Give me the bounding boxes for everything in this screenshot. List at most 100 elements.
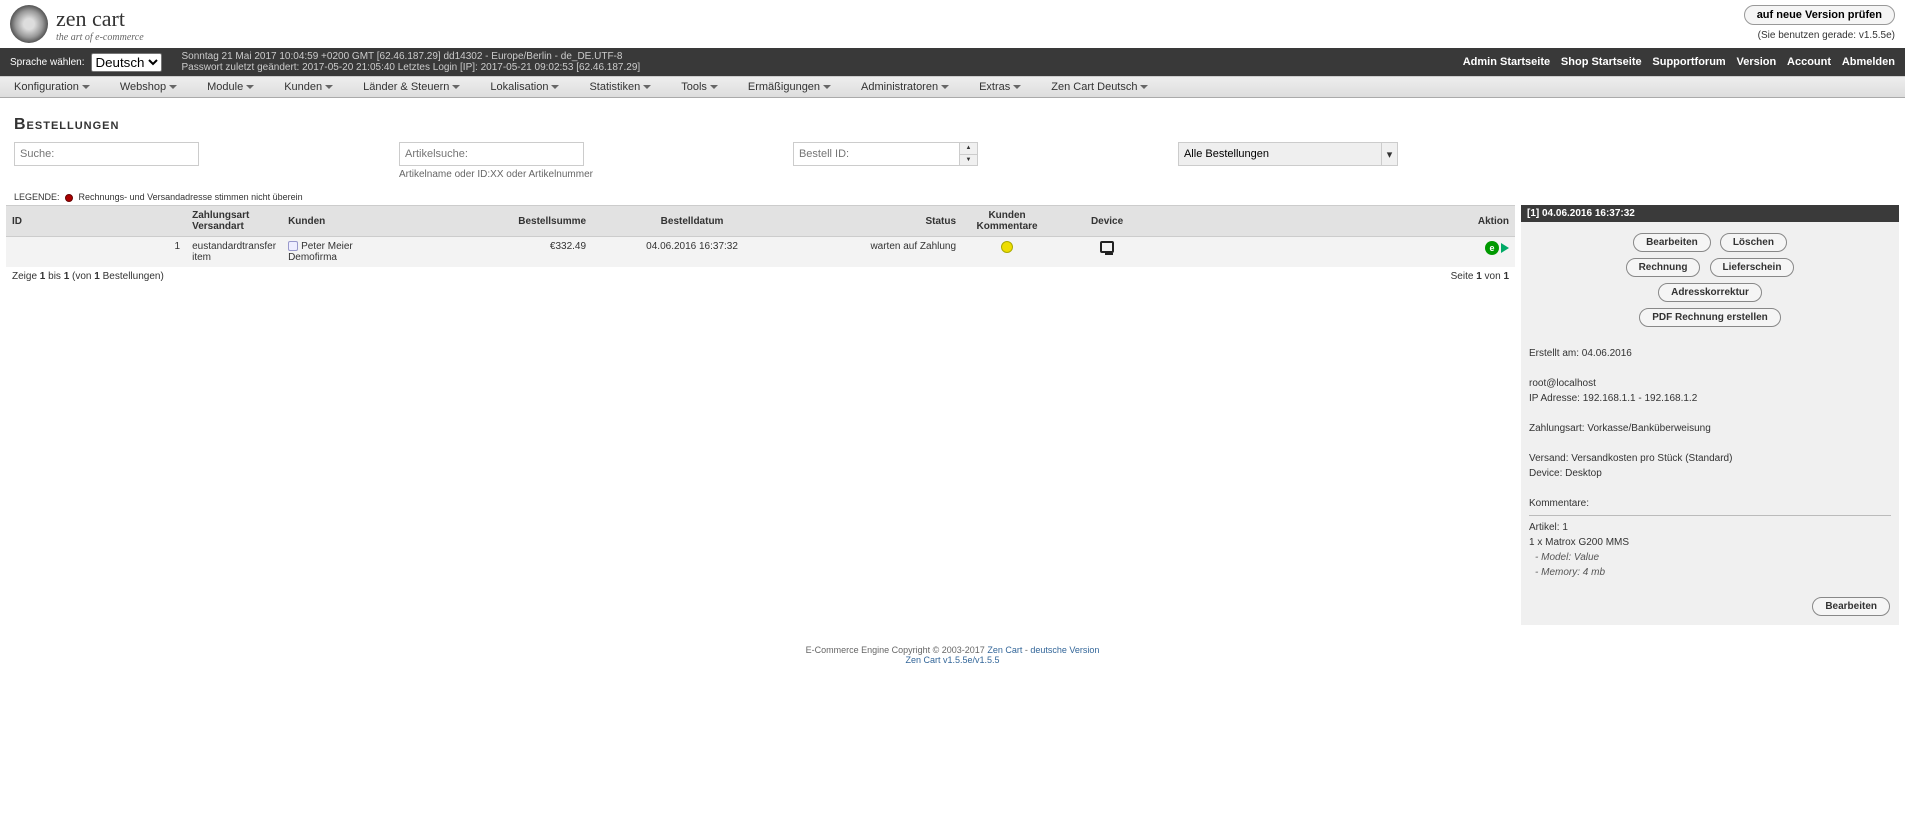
footer-link-zencart[interactable]: Zen Cart [987, 645, 1022, 655]
order-id-down-icon[interactable]: ▼ [960, 155, 977, 166]
cell-date: 04.06.2016 16:37:32 [592, 237, 792, 268]
created-at: Erstellt am: 04.06.2016 [1529, 348, 1891, 359]
col-customer[interactable]: Kunden [282, 206, 472, 237]
menu-laender[interactable]: Länder & Steuern [363, 81, 460, 93]
col-date[interactable]: Bestelldatum [592, 206, 792, 237]
packing-slip-button[interactable]: Lieferschein [1710, 258, 1795, 277]
article-search-input[interactable] [399, 142, 584, 166]
menu-konfiguration[interactable]: Konfiguration [14, 81, 90, 93]
device-info: Device: Desktop [1529, 468, 1891, 479]
address-mismatch-icon [65, 194, 73, 202]
delete-button[interactable]: Löschen [1720, 233, 1787, 252]
col-device[interactable]: Device [1052, 206, 1162, 237]
chevron-down-icon [82, 85, 90, 89]
search-input[interactable] [14, 142, 199, 166]
chevron-down-icon [643, 85, 651, 89]
pager-left: Zeige 1 bis 1 (von 1 Bestellungen) [12, 271, 164, 282]
cell-status: warten auf Zahlung [792, 237, 962, 268]
shipping-method: Versand: Versandkosten pro Stück (Standa… [1529, 453, 1891, 464]
order-detail-header: [1] 04.06.2016 16:37:32 [1521, 205, 1899, 222]
nav-supportforum[interactable]: Supportforum [1652, 56, 1725, 68]
orders-table: ID Zahlungsart Versandart Kunden Bestell… [6, 205, 1515, 267]
select-arrow-icon[interactable] [1501, 243, 1509, 253]
version-check-button[interactable]: auf neue Version prüfen [1744, 5, 1895, 25]
order-id-input[interactable] [793, 142, 978, 166]
article-count: Artikel: 1 [1529, 522, 1891, 533]
pdf-invoice-button[interactable]: PDF Rechnung erstellen [1639, 308, 1781, 327]
article-attr-model: - Model: Value [1529, 552, 1891, 563]
nav-version[interactable]: Version [1737, 56, 1777, 68]
cell-action: e [1162, 237, 1515, 268]
footer: E-Commerce Engine Copyright © 2003-2017 … [0, 625, 1905, 685]
chevron-down-icon [452, 85, 460, 89]
menu-administratoren[interactable]: Administratoren [861, 81, 949, 93]
col-action[interactable]: Aktion [1162, 206, 1515, 237]
chevron-down-icon [551, 85, 559, 89]
invoice-button[interactable]: Rechnung [1626, 258, 1701, 277]
footer-version-link[interactable]: Zen Cart v1.5.5e/v1.5.5 [905, 655, 999, 665]
menu-extras[interactable]: Extras [979, 81, 1021, 93]
logo-icon [10, 5, 48, 43]
logo: zen cart the art of e-commerce [10, 5, 144, 43]
col-status[interactable]: Status [792, 206, 962, 237]
chevron-down-icon [823, 85, 831, 89]
comment-indicator-icon [1001, 241, 1013, 253]
menu-tools[interactable]: Tools [681, 81, 718, 93]
logo-title: zen cart [56, 6, 144, 32]
info-date: Sonntag 21 Mai 2017 10:04:59 +0200 GMT [… [182, 51, 641, 62]
ip-address: IP Adresse: 192.168.1.1 - 192.168.1.2 [1529, 393, 1891, 404]
menu-webshop[interactable]: Webshop [120, 81, 177, 93]
chevron-down-icon [325, 85, 333, 89]
cell-comments [962, 237, 1052, 268]
menu-lokalisation[interactable]: Lokalisation [490, 81, 559, 93]
admin-nav: Admin Startseite Shop Startseite Support… [1455, 56, 1895, 68]
address-correction-button[interactable]: Adresskorrektur [1658, 283, 1762, 302]
article-search-hint: Artikelname oder ID:XX oder Artikelnumme… [399, 169, 593, 180]
cell-device [1052, 237, 1162, 268]
nav-shop-home[interactable]: Shop Startseite [1561, 56, 1642, 68]
legend: LEGENDE: Rechnungs- und Versandadresse s… [0, 180, 1905, 205]
customer-email: root@localhost [1529, 378, 1891, 389]
menu-kunden[interactable]: Kunden [284, 81, 333, 93]
main-menu: Konfiguration Webshop Module Kunden Länd… [0, 76, 1905, 98]
table-row[interactable]: 1 eustandardtransfer item Peter Meier De… [6, 237, 1515, 268]
chevron-down-icon [941, 85, 949, 89]
col-id[interactable]: ID [6, 206, 186, 237]
cell-sum: €332.49 [472, 237, 592, 268]
info-password: Passwort zuletzt geändert: 2017-05-20 21… [182, 62, 641, 73]
menu-statistiken[interactable]: Statistiken [589, 81, 651, 93]
menu-zencart-deutsch[interactable]: Zen Cart Deutsch [1051, 81, 1148, 93]
nav-account[interactable]: Account [1787, 56, 1831, 68]
col-comments[interactable]: Kunden Kommentare [962, 206, 1052, 237]
comments-label: Kommentare: [1529, 498, 1891, 509]
language-select[interactable]: Deutsch [91, 53, 162, 72]
chevron-down-icon [1140, 85, 1148, 89]
payment-method: Zahlungsart: Vorkasse/Banküberweisung [1529, 423, 1891, 434]
edit-button[interactable]: Bearbeiten [1633, 233, 1711, 252]
chevron-down-icon [1013, 85, 1021, 89]
chevron-down-icon [246, 85, 254, 89]
cell-payment: eustandardtransfer item [186, 237, 282, 268]
language-label: Sprache wählen: [10, 57, 85, 68]
order-detail-panel: [1] 04.06.2016 16:37:32 Bearbeiten Lösch… [1521, 205, 1899, 625]
order-id-up-icon[interactable]: ▲ [960, 143, 977, 155]
article-attr-memory: - Memory: 4 mb [1529, 567, 1891, 578]
cell-customer: Peter Meier Demofirma [282, 237, 472, 268]
nav-logout[interactable]: Abmelden [1842, 56, 1895, 68]
version-note: (Sie benutzen gerade: v1.5.5e) [1744, 30, 1895, 41]
edit-action-icon[interactable]: e [1485, 241, 1499, 255]
nav-admin-home[interactable]: Admin Startseite [1463, 56, 1550, 68]
page-title: Bestellungen [0, 98, 1905, 142]
customer-icon[interactable] [288, 241, 298, 251]
status-filter-select[interactable]: Alle Bestellungen [1178, 142, 1398, 166]
col-sum[interactable]: Bestellsumme [472, 206, 592, 237]
article-line: 1 x Matrox G200 MMS [1529, 537, 1891, 548]
edit-button-bottom[interactable]: Bearbeiten [1812, 597, 1890, 616]
chevron-down-icon [710, 85, 718, 89]
pager-right: Seite 1 von 1 [1451, 271, 1509, 282]
logo-tagline: the art of e-commerce [56, 32, 144, 43]
menu-ermaessigungen[interactable]: Ermäßigungen [748, 81, 831, 93]
footer-link-deutsche[interactable]: deutsche Version [1030, 645, 1099, 655]
col-payment[interactable]: Zahlungsart Versandart [186, 206, 282, 237]
menu-module[interactable]: Module [207, 81, 254, 93]
